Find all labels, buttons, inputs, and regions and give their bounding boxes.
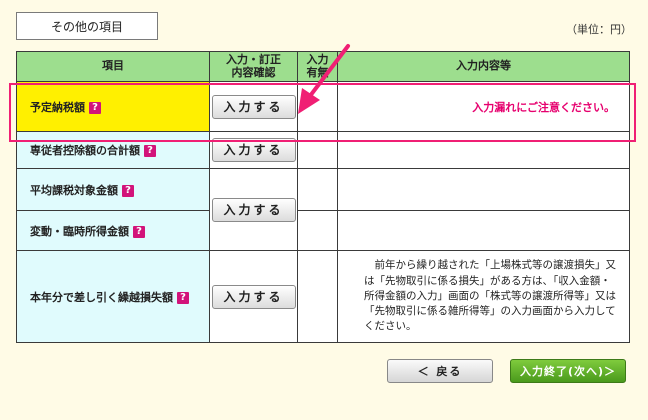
- header-item: 項目: [16, 51, 210, 82]
- help-icon[interactable]: ?: [122, 184, 134, 197]
- help-icon[interactable]: ?: [133, 225, 145, 238]
- table-header-row: 項目 入力・訂正 内容確認 入力 有無 入力内容等: [16, 51, 630, 82]
- row-label: 予定納税額: [30, 100, 85, 114]
- header-confirm-line1: 入力・訂正: [226, 53, 281, 67]
- table-row: 変動・臨時所得金額?: [16, 210, 630, 251]
- row-label-cell: 変動・臨時所得金額?: [16, 210, 210, 251]
- table-row: 専従者控除額の合計額? 入力する: [16, 131, 630, 169]
- row-label: 専従者控除額の合計額: [30, 144, 140, 157]
- input-button-averaging[interactable]: 入力する: [211, 197, 296, 222]
- input-button-cell: 入力する: [209, 168, 298, 251]
- header-status: 入力 有無: [297, 51, 338, 82]
- unit-label: （単位：円）: [566, 23, 632, 36]
- input-button-cell: 入力する: [209, 131, 298, 169]
- back-button[interactable]: ＜ 戻る: [387, 359, 493, 383]
- input-button-carryover-loss[interactable]: 入力する: [211, 284, 296, 309]
- finish-next-button[interactable]: 入力終了(次へ)＞: [510, 359, 626, 383]
- row-label-cell: 本年分で差し引く繰越損失額?: [16, 250, 210, 343]
- items-table: 項目 入力・訂正 内容確認 入力 有無 入力内容等 予定納税額? 入力する 入力…: [16, 51, 630, 343]
- input-button-prepaid-tax[interactable]: 入力する: [211, 94, 296, 119]
- help-icon[interactable]: ?: [89, 101, 101, 114]
- carryover-note: 前年から繰り越された「上場株式等の譲渡損失」又は「先物取引に係る損失」がある方は…: [337, 250, 630, 343]
- row-label-cell: 専従者控除額の合計額?: [16, 131, 210, 169]
- row-label-cell: 予定納税額?: [16, 81, 210, 132]
- table-row: 平均課税対象金額? 入力する: [16, 168, 630, 251]
- row-label: 本年分で差し引く繰越損失額: [30, 290, 173, 304]
- row-label: 平均課税対象金額: [30, 183, 118, 197]
- header-status-line1: 入力: [306, 53, 329, 67]
- content-cell: [337, 168, 630, 211]
- table-row: 本年分で差し引く繰越損失額? 入力する 前年から繰り越された「上場株式等の譲渡損…: [16, 250, 630, 343]
- input-button-cell: 入力する: [209, 81, 298, 132]
- status-cell: [297, 250, 338, 343]
- header-content: 入力内容等: [337, 51, 630, 82]
- header-status-line2: 有無: [306, 65, 329, 79]
- row-label: 変動・臨時所得金額: [30, 224, 129, 238]
- input-button-dedicated-deduction[interactable]: 入力する: [211, 138, 296, 162]
- status-cell: [297, 81, 338, 132]
- help-icon[interactable]: ?: [144, 145, 156, 157]
- table-row: 予定納税額? 入力する 入力漏れにご注意ください。: [16, 81, 630, 132]
- help-icon[interactable]: ?: [177, 291, 189, 304]
- row-label-cell: 平均課税対象金額?: [16, 168, 210, 211]
- header-confirm: 入力・訂正 内容確認: [209, 51, 298, 82]
- status-cell: [297, 210, 338, 251]
- status-cell: [297, 131, 338, 169]
- section-title: その他の項目: [16, 12, 158, 40]
- header-confirm-line2: 内容確認: [231, 65, 276, 79]
- input-button-cell: 入力する: [209, 250, 298, 343]
- content-cell: [337, 131, 630, 169]
- content-cell: [337, 210, 630, 251]
- status-cell: [297, 168, 338, 211]
- warning-message: 入力漏れにご注意ください。: [337, 81, 630, 132]
